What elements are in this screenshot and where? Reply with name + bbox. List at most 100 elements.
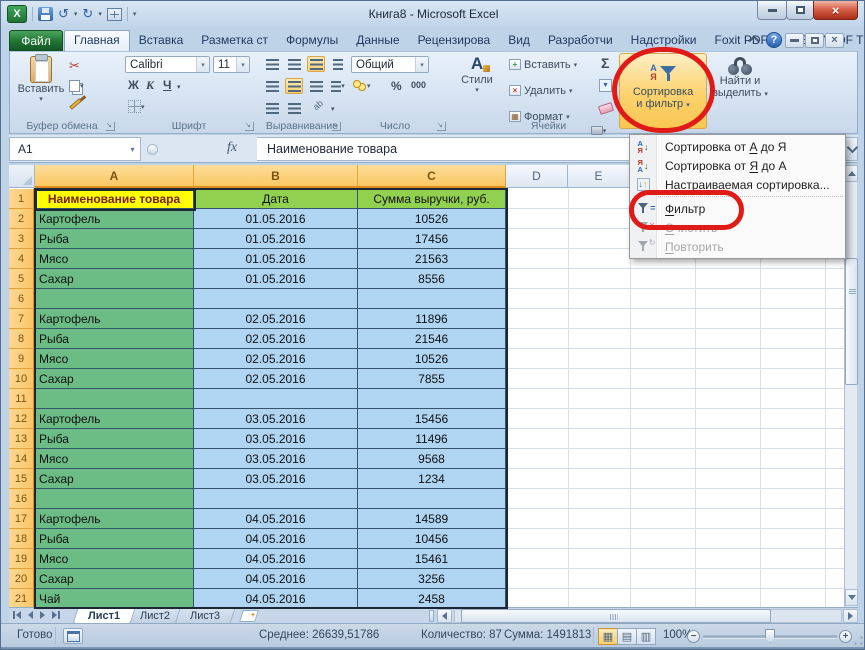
insert-function-icon[interactable]: fx: [227, 140, 237, 156]
clear-icon[interactable]: [599, 104, 613, 113]
cell-A17[interactable]: Картофель: [35, 509, 194, 529]
cell-B13[interactable]: 03.05.2016: [194, 429, 358, 449]
cell-B1[interactable]: Дата: [194, 189, 358, 209]
row-header-6[interactable]: 6: [9, 289, 35, 309]
redo-icon[interactable]: ↻: [82, 6, 93, 22]
cell-C11[interactable]: [358, 389, 506, 409]
cell-A19[interactable]: Мясо: [35, 549, 194, 569]
copy-icon[interactable]: ▾: [69, 80, 84, 92]
find-select-button[interactable]: Найти и выделить ▾: [711, 53, 769, 129]
row-header-21[interactable]: 21: [9, 589, 35, 609]
column-header-A[interactable]: A: [35, 165, 194, 188]
cell-A12[interactable]: Картофель: [35, 409, 194, 429]
align-left-icon[interactable]: [263, 78, 281, 94]
increase-indent-icon[interactable]: [285, 100, 303, 116]
cell-C18[interactable]: 10456: [358, 529, 506, 549]
ribbon-tab-4[interactable]: Данные: [347, 30, 408, 51]
sort-filter-button[interactable]: АЯ Сортировка и фильтр ▾: [619, 53, 707, 129]
ribbon-tab-2[interactable]: Разметка ст: [192, 30, 277, 51]
row-header-8[interactable]: 8: [9, 329, 35, 349]
row-header-12[interactable]: 12: [9, 409, 35, 429]
cell-B17[interactable]: 04.05.2016: [194, 509, 358, 529]
ribbon-tab-1[interactable]: Вставка: [130, 30, 193, 51]
menu-item-2[interactable]: ↓↑Настраиваемая сортировка...: [630, 175, 845, 194]
quick-table-icon[interactable]: [107, 8, 122, 21]
orientation-dropdown-icon[interactable]: ▾: [331, 105, 335, 113]
tab-split-handle[interactable]: [429, 610, 434, 622]
row-header-3[interactable]: 3: [9, 229, 35, 249]
workbook-minimize-button[interactable]: [785, 33, 804, 48]
font-dialog-launcher[interactable]: ↘: [245, 122, 254, 131]
zoom-in-button[interactable]: +: [839, 630, 852, 643]
scroll-up-button[interactable]: [845, 165, 858, 182]
fill-down-icon[interactable]: ▼: [599, 79, 612, 92]
undo-dropdown-icon[interactable]: ▾: [74, 10, 78, 18]
page-layout-view-icon[interactable]: ▤: [617, 628, 637, 645]
column-header-B[interactable]: B: [194, 165, 358, 188]
cell-A18[interactable]: Рыба: [35, 529, 194, 549]
horizontal-scroll-thumb[interactable]: [461, 609, 771, 623]
row-header-2[interactable]: 2: [9, 209, 35, 229]
align-bottom-icon[interactable]: [307, 56, 325, 72]
cell-B18[interactable]: 04.05.2016: [194, 529, 358, 549]
ribbon-tab-5[interactable]: Рецензирова: [409, 30, 500, 51]
cell-C10[interactable]: 7855: [358, 369, 506, 389]
cell-A3[interactable]: Рыба: [35, 229, 194, 249]
menu-item-0[interactable]: АЯ↓Сортировка от А до Я: [630, 137, 845, 156]
underline-button[interactable]: Ч: [163, 78, 171, 92]
cell-C15[interactable]: 1234: [358, 469, 506, 489]
row-header-10[interactable]: 10: [9, 369, 35, 389]
row-header-18[interactable]: 18: [9, 529, 35, 549]
number-dialog-launcher[interactable]: ↘: [437, 122, 446, 131]
expand-formula-bar-icon[interactable]: [844, 137, 858, 161]
cell-B10[interactable]: 02.05.2016: [194, 369, 358, 389]
insert-cells-button[interactable]: + Вставить▾: [509, 56, 577, 73]
row-header-1[interactable]: 1: [9, 189, 35, 209]
align-right-icon[interactable]: [307, 78, 325, 94]
cell-A14[interactable]: Мясо: [35, 449, 194, 469]
styles-button[interactable]: А Стили ▾: [453, 54, 501, 120]
cell-C16[interactable]: [358, 489, 506, 509]
cell-B9[interactable]: 02.05.2016: [194, 349, 358, 369]
next-sheet-icon[interactable]: [40, 611, 45, 619]
macro-record-icon[interactable]: [63, 628, 83, 644]
sheet-tab-3[interactable]: Лист3: [175, 608, 236, 624]
cell-B21[interactable]: 04.05.2016: [194, 589, 358, 609]
percent-style-icon[interactable]: %: [391, 79, 402, 93]
number-format-combo[interactable]: Общий: [351, 56, 429, 73]
cell-A8[interactable]: Рыба: [35, 329, 194, 349]
clipboard-dialog-launcher[interactable]: ↘: [106, 122, 115, 131]
insert-worksheet-icon[interactable]: [239, 610, 259, 622]
menu-item-4[interactable]: =Фильтр: [630, 199, 845, 218]
menu-item-1[interactable]: ЯА↓Сортировка от Я до А: [630, 156, 845, 175]
delete-cells-button[interactable]: × Удалить▾: [509, 82, 573, 99]
cell-A20[interactable]: Сахар: [35, 569, 194, 589]
cell-A13[interactable]: Рыба: [35, 429, 194, 449]
cut-icon[interactable]: ✂: [69, 58, 80, 74]
cell-C6[interactable]: [358, 289, 506, 309]
cell-C1[interactable]: Сумма выручки, руб.: [358, 189, 506, 209]
cell-B20[interactable]: 04.05.2016: [194, 569, 358, 589]
cell-A15[interactable]: Сахар: [35, 469, 194, 489]
autosum-icon[interactable]: Σ: [601, 55, 609, 71]
ribbon-tab-0[interactable]: Главная: [64, 30, 130, 51]
previous-sheet-icon[interactable]: [28, 611, 33, 619]
cell-B15[interactable]: 03.05.2016: [194, 469, 358, 489]
column-header-D[interactable]: D: [506, 165, 568, 188]
scroll-down-button[interactable]: [845, 589, 858, 606]
cell-B11[interactable]: [194, 389, 358, 409]
undo-icon[interactable]: ↺: [58, 6, 69, 22]
align-middle-icon[interactable]: [285, 56, 303, 72]
ribbon-tab-7[interactable]: Разработчи: [539, 30, 622, 51]
cell-A16[interactable]: [35, 489, 194, 509]
normal-view-icon[interactable]: ▦: [598, 628, 618, 645]
ribbon-tab-8[interactable]: Надстройки: [622, 30, 706, 51]
name-box[interactable]: A1: [9, 137, 141, 161]
row-header-5[interactable]: 5: [9, 269, 35, 289]
cell-C4[interactable]: 21563: [358, 249, 506, 269]
customize-qat-icon[interactable]: ▾: [133, 10, 137, 18]
scroll-right-button[interactable]: [843, 609, 858, 623]
cell-B7[interactable]: 02.05.2016: [194, 309, 358, 329]
last-sheet-icon[interactable]: [52, 611, 60, 619]
cell-A7[interactable]: Картофель: [35, 309, 194, 329]
